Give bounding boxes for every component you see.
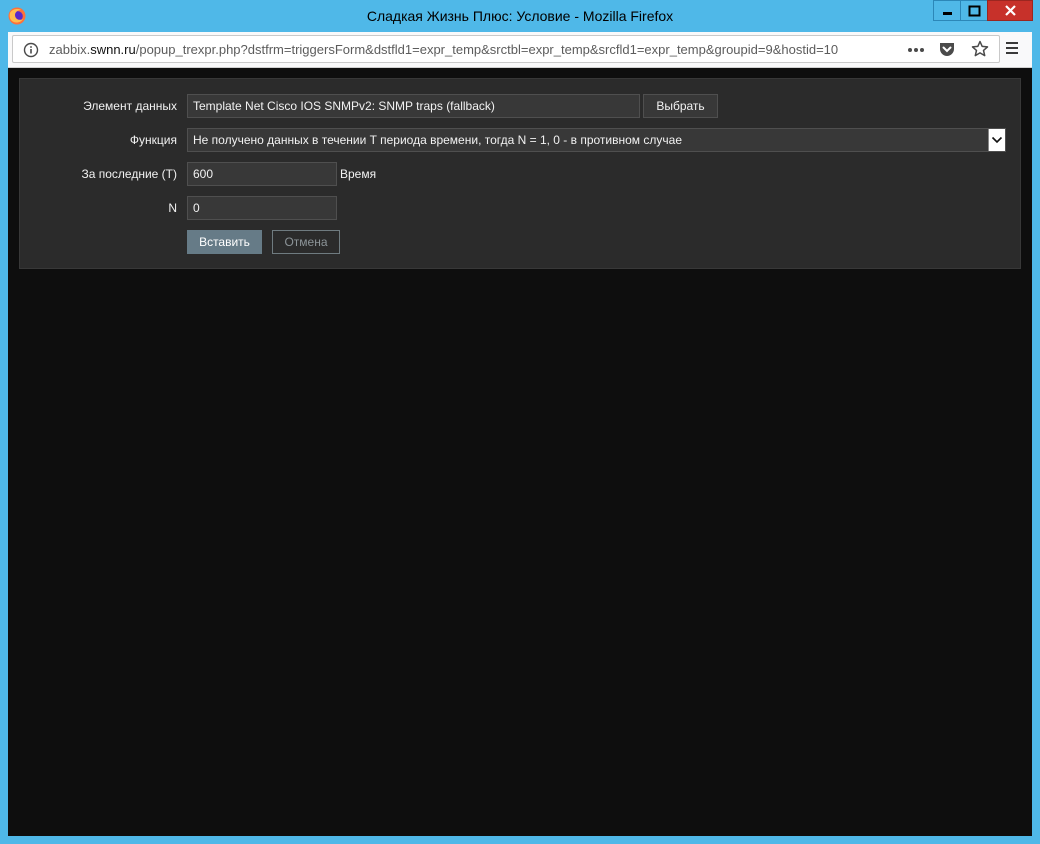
maximize-button[interactable] — [960, 0, 988, 21]
n-input[interactable]: 0 — [187, 196, 337, 220]
function-selected-value: Не получено данных в течении T периода в… — [193, 133, 682, 147]
hamburger-menu-icon[interactable] — [1004, 40, 1020, 61]
maximize-icon — [968, 5, 981, 17]
cancel-button[interactable]: Отмена — [272, 230, 340, 254]
url-bar[interactable]: zabbix.swnn.ru/popup_trexpr.php?dstfrm=t… — [12, 35, 1000, 63]
url-text[interactable]: zabbix.swnn.ru/popup_trexpr.php?dstfrm=t… — [49, 42, 879, 60]
url-fade — [859, 38, 883, 60]
close-icon — [1005, 5, 1016, 16]
item-field[interactable]: Template Net Cisco IOS SNMPv2: SNMP trap… — [187, 94, 640, 118]
trigger-condition-form: Элемент данных Template Net Cisco IOS SN… — [19, 78, 1021, 269]
n-label: N — [168, 201, 177, 215]
url-host: swnn.ru — [90, 42, 136, 57]
chevron-down-icon[interactable] — [988, 129, 1005, 151]
page-actions-icon[interactable] — [906, 41, 926, 62]
url-prefix: zabbix. — [49, 42, 91, 57]
page-content: Элемент данных Template Net Cisco IOS SN… — [8, 68, 1032, 836]
close-window-button[interactable] — [987, 0, 1033, 21]
pocket-icon[interactable] — [938, 41, 956, 62]
last-period-input[interactable]: 600 — [187, 162, 337, 186]
function-label: Функция — [129, 133, 177, 147]
minimize-icon — [943, 12, 952, 15]
url-path: /popup_trexpr.php?dstfrm=triggersForm&ds… — [135, 42, 839, 57]
browser-navbar: zabbix.swnn.ru/popup_trexpr.php?dstfrm=t… — [8, 32, 1032, 68]
period-unit-label: Время — [340, 167, 377, 181]
select-item-button[interactable]: Выбрать — [643, 94, 718, 118]
item-label: Элемент данных — [83, 99, 177, 113]
firefox-window: Сладкая Жизнь Плюс: Условие - Mozilla Fi… — [0, 0, 1040, 844]
minimize-button[interactable] — [933, 0, 961, 21]
bookmark-star-icon[interactable] — [971, 40, 989, 63]
function-select[interactable]: Не получено данных в течении T периода в… — [187, 128, 1006, 152]
site-info-icon[interactable] — [23, 42, 39, 63]
last-period-label: За последние (T) — [81, 167, 177, 181]
window-title: Сладкая Жизнь Плюс: Условие - Mozilla Fi… — [366, 8, 674, 24]
window-titlebar: Сладкая Жизнь Плюс: Условие - Mozilla Fi… — [0, 0, 1040, 32]
insert-button[interactable]: Вставить — [187, 230, 262, 254]
